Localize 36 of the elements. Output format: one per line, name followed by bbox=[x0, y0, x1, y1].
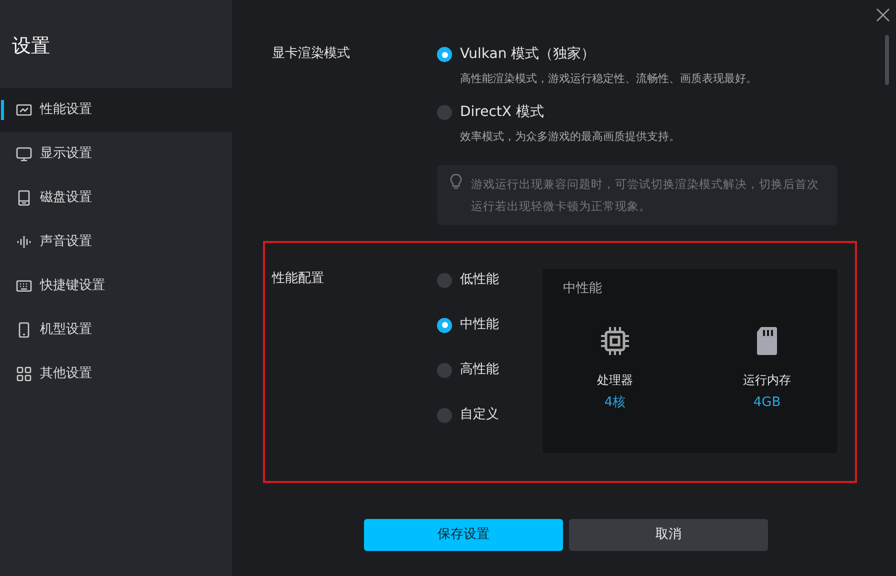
sidebar-item[interactable]: 显示设置 bbox=[0, 132, 232, 176]
sidebar-item[interactable]: 性能设置 bbox=[0, 88, 232, 132]
phone-icon bbox=[16, 322, 32, 338]
settings-title: 设置 bbox=[11, 34, 51, 59]
save-button[interactable]: 保存设置 bbox=[364, 519, 563, 551]
lightbulb-icon bbox=[449, 173, 463, 191]
chart-icon bbox=[16, 102, 32, 118]
sidebar-item[interactable]: 快捷键设置 bbox=[0, 264, 232, 308]
radio-option[interactable]: Vulkan 模式（独家） bbox=[437, 44, 837, 65]
radio-option[interactable]: 高性能 bbox=[437, 361, 543, 379]
option-description: 效率模式，为众多游戏的最高画质提供支持。 bbox=[459, 128, 681, 144]
section-label: 显卡渲染模式 bbox=[272, 45, 351, 63]
scrollbar[interactable] bbox=[885, 35, 889, 85]
spec-label: 运行内存 bbox=[743, 372, 791, 388]
tip-text: 游戏运行出现兼容问题时，可尝试切换渲染模式解决，切换后首次运行若出现轻微卡顿为正常现象。 bbox=[471, 176, 820, 215]
spec-value: 4核 bbox=[604, 394, 626, 412]
drive-icon bbox=[16, 190, 32, 206]
keyboard-icon bbox=[16, 278, 32, 294]
radio-option[interactable]: DirectX 模式 bbox=[437, 102, 837, 122]
radio-option[interactable]: 自定义 bbox=[437, 406, 543, 424]
sidebar-item[interactable]: 机型设置 bbox=[0, 308, 232, 352]
radio-option[interactable]: 中性能 bbox=[437, 316, 543, 334]
grid-icon bbox=[16, 366, 32, 382]
sound-icon bbox=[16, 234, 32, 250]
sidebar-item[interactable]: 声音设置 bbox=[0, 220, 232, 264]
radio-option[interactable]: 低性能 bbox=[437, 271, 543, 289]
sidebar-item[interactable]: 其他设置 bbox=[0, 352, 232, 396]
card-title: 中性能 bbox=[563, 280, 603, 298]
sidebar-item[interactable]: 磁盘设置 bbox=[0, 176, 232, 220]
spec-value: 4GB bbox=[753, 394, 781, 412]
option-description: 高性能渲染模式，游戏运行稳定性、流畅性、画质表现最好。 bbox=[459, 71, 758, 87]
chip-icon bbox=[599, 324, 631, 356]
cancel-button[interactable]: 取消 bbox=[569, 519, 768, 551]
spec-label: 处理器 bbox=[597, 372, 633, 388]
section-label: 性能配置 bbox=[272, 270, 325, 288]
monitor-icon bbox=[16, 146, 32, 162]
